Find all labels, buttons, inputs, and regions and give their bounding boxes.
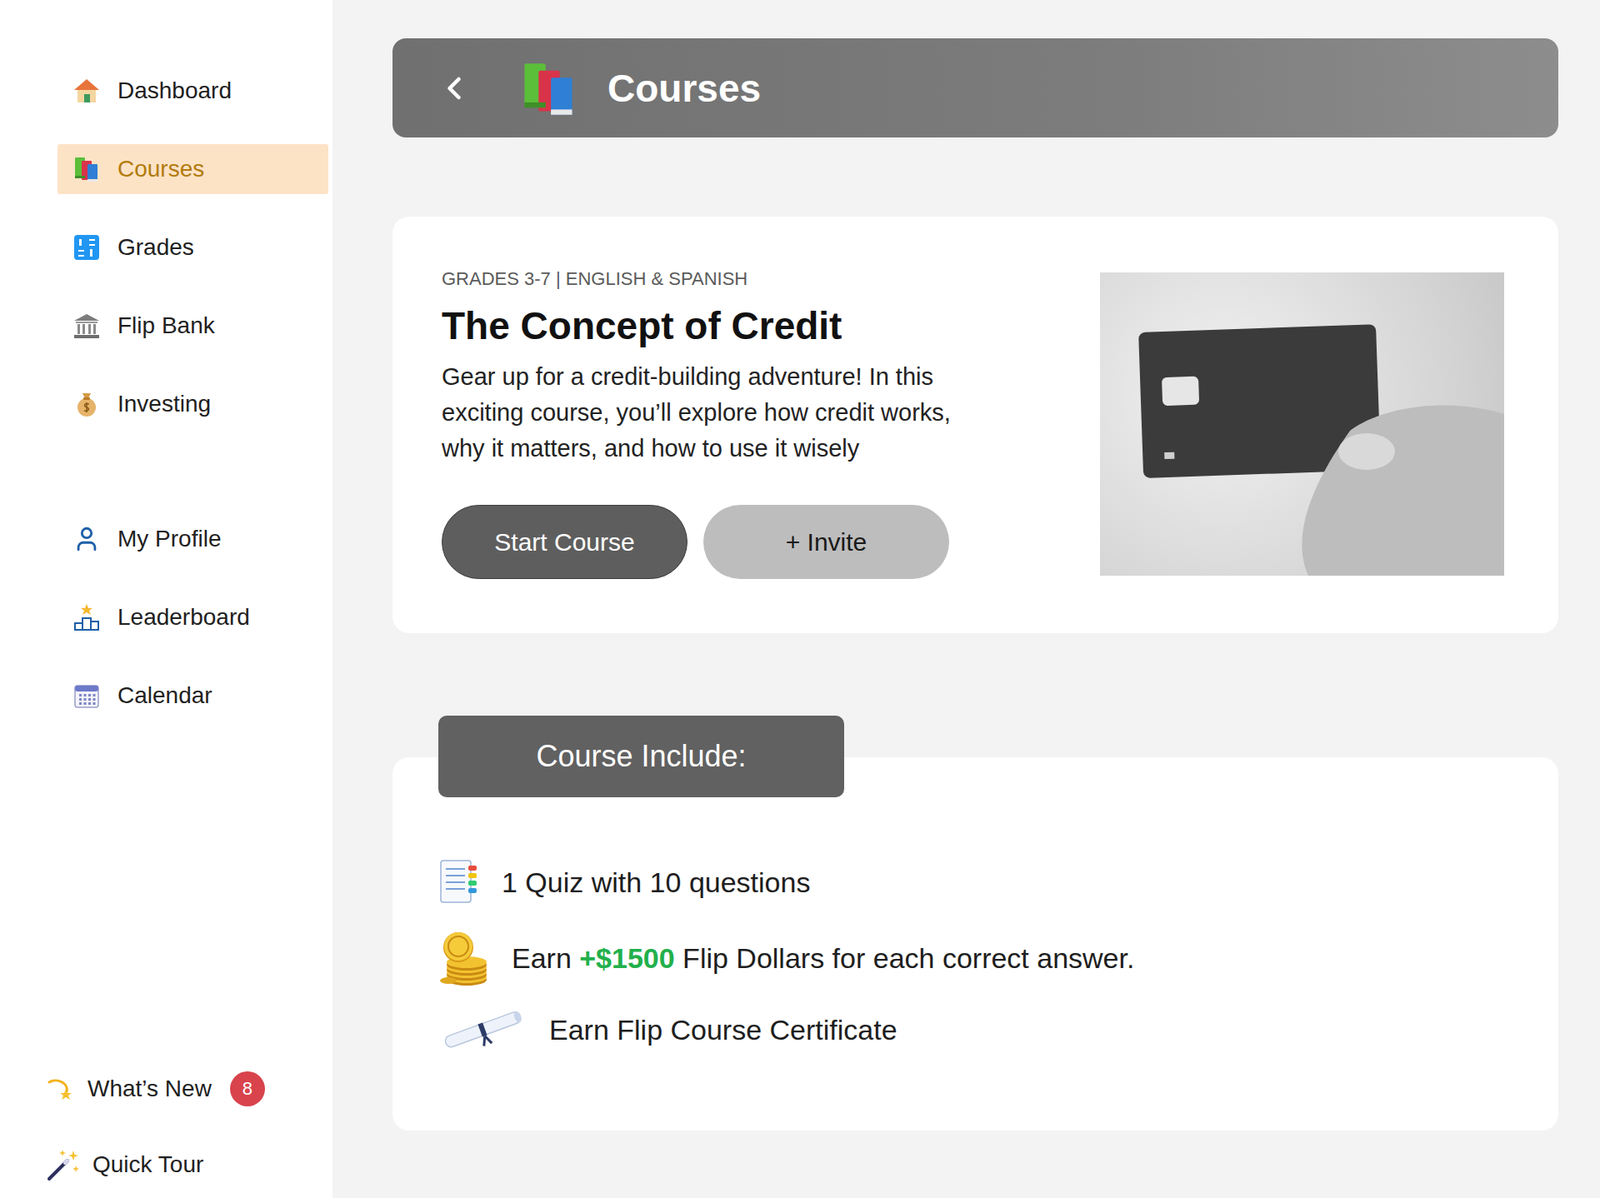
course-description: Gear up for a credit-building adventure!… bbox=[441, 359, 992, 467]
main-content: Courses GRADES 3-7 | ENGLISH & SPANISH The… bbox=[332, 0, 1600, 1198]
sidebar-label: Leaderboard bbox=[117, 604, 250, 631]
course-info: GRADES 3-7 | ENGLISH & SPANISH The Concep… bbox=[441, 268, 992, 580]
include-text: Earn Flip Course Certificate bbox=[549, 1014, 898, 1047]
sidebar-label: Dashboard bbox=[117, 77, 232, 105]
sidebar: Dashboard Courses Grades Flip Bank Investing… bbox=[0, 0, 333, 1198]
bank-icon bbox=[72, 311, 101, 340]
sidebar-group: My Profile Leaderboard Calendar bbox=[57, 514, 329, 721]
leaderboard-icon bbox=[72, 603, 101, 632]
numbers-icon bbox=[72, 233, 101, 262]
include-text: Earn +$1500 Flip Dollars for each correc… bbox=[511, 942, 1135, 975]
sidebar-footer-item[interactable]: What’s New 8 bbox=[45, 1070, 329, 1108]
books-icon bbox=[72, 155, 101, 184]
invite-button[interactable]: + Invite bbox=[703, 505, 950, 580]
back-button[interactable] bbox=[435, 70, 473, 107]
calendar-icon bbox=[72, 681, 101, 710]
page-header: Courses bbox=[392, 38, 1559, 138]
sidebar-label: Calendar bbox=[117, 682, 213, 710]
course-meta: GRADES 3-7 | ENGLISH & SPANISH bbox=[441, 268, 992, 290]
course-photo bbox=[1100, 272, 1505, 576]
app: Dashboard Courses Grades Flip Bank Investing… bbox=[0, 0, 1600, 1198]
chevron-left-icon bbox=[435, 70, 473, 107]
credit-card-photo-icon bbox=[1100, 272, 1505, 576]
reward-amount: +$1500 bbox=[579, 942, 675, 975]
sidebar-label: My Profile bbox=[117, 525, 221, 553]
include-item: 1 Quiz with 10 questions bbox=[438, 857, 1513, 908]
sidebar-item[interactable]: Calendar bbox=[57, 670, 329, 721]
books-icon bbox=[519, 58, 580, 119]
course-include-tab: Course Include: bbox=[438, 715, 845, 798]
include-text-part: 1 Quiz with 10 questions bbox=[501, 866, 810, 899]
sidebar-footer: What’s New 8 Quick Tour bbox=[45, 1070, 329, 1184]
course-actions: Start Course+ Invite bbox=[441, 505, 992, 580]
course-card: GRADES 3-7 | ENGLISH & SPANISH The Concep… bbox=[392, 216, 1559, 634]
sidebar-item[interactable]: Flip Bank bbox=[57, 300, 329, 351]
sidebar-item[interactable]: Investing bbox=[57, 379, 329, 430]
course-include-card: 1 Quiz with 10 questions Earn +$1500 Flip… bbox=[392, 757, 1559, 1131]
start-course-button[interactable]: Start Course bbox=[441, 505, 688, 580]
include-text: 1 Quiz with 10 questions bbox=[501, 866, 810, 900]
sidebar-label: What’s New bbox=[87, 1075, 212, 1103]
sidebar-label: Flip Bank bbox=[117, 312, 215, 340]
magic-wand-icon bbox=[45, 1147, 81, 1183]
sidebar-item[interactable]: Grades bbox=[57, 222, 329, 273]
include-item: Earn Flip Course Certificate bbox=[438, 1009, 1513, 1051]
sidebar-label: Investing bbox=[117, 390, 211, 418]
sidebar-group: Dashboard Courses Grades Flip Bank Investing bbox=[57, 65, 329, 430]
sidebar-item[interactable]: My Profile bbox=[57, 514, 329, 565]
include-text-part: Earn bbox=[511, 942, 580, 975]
profile-icon bbox=[72, 525, 101, 554]
coins-icon bbox=[438, 929, 490, 988]
money-bag-icon bbox=[72, 390, 101, 419]
quiz-notepad-icon bbox=[438, 857, 480, 908]
include-text-part: Earn Flip Course Certificate bbox=[549, 1014, 898, 1046]
home-icon bbox=[72, 76, 101, 105]
count-badge: 8 bbox=[230, 1071, 265, 1107]
sidebar-footer-item[interactable]: Quick Tour bbox=[45, 1146, 329, 1184]
certificate-scroll-icon bbox=[438, 1009, 528, 1051]
include-item: Earn +$1500 Flip Dollars for each correc… bbox=[438, 929, 1513, 988]
sidebar-item[interactable]: Courses bbox=[57, 144, 329, 195]
include-text-part: Flip Dollars for each correct answer. bbox=[675, 942, 1135, 975]
sidebar-item[interactable]: Leaderboard bbox=[57, 592, 329, 643]
sidebar-item[interactable]: Dashboard bbox=[57, 65, 329, 116]
sidebar-label: Courses bbox=[117, 155, 205, 183]
course-title: The Concept of Credit bbox=[441, 301, 992, 350]
sidebar-label: Quick Tour bbox=[92, 1151, 204, 1179]
page-title: Courses bbox=[607, 65, 761, 111]
shooting-star-icon bbox=[45, 1074, 76, 1105]
sidebar-label: Grades bbox=[117, 234, 195, 261]
